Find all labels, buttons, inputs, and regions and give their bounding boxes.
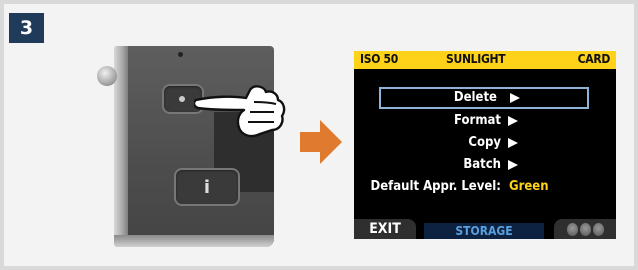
- right-arrow-icon: [300, 120, 342, 164]
- exit-button[interactable]: EXIT: [354, 219, 416, 239]
- storage-label: CARD: [577, 52, 611, 66]
- menu-item-label: Copy: [468, 135, 501, 150]
- menu-item-label: Format: [454, 113, 501, 128]
- dials-icon: [554, 219, 616, 239]
- menu-item-batch[interactable]: Batch: [354, 154, 616, 176]
- setting-label: Default Appr. Level:: [370, 179, 501, 194]
- menu-item-delete[interactable]: Delete: [379, 87, 589, 109]
- storage-tab[interactable]: STORAGE: [424, 223, 544, 239]
- instruction-panel: 3 i ISO 50 SUNLIGHT CARD Delete Format C…: [0, 0, 638, 270]
- camera-lcd-menu: ISO 50 SUNLIGHT CARD Delete Format Copy …: [354, 51, 616, 239]
- triangle-right-icon: [508, 116, 518, 126]
- hand-pointer-icon: [194, 85, 286, 138]
- camera-info-button: i: [174, 168, 240, 206]
- menu-item-label: Batch: [463, 157, 501, 172]
- lcd-soft-key-bar: EXIT STORAGE: [354, 219, 616, 239]
- menu-item-label: Delete: [453, 90, 497, 105]
- menu-item-copy[interactable]: Copy: [354, 132, 616, 154]
- setting-value: Green: [509, 179, 549, 194]
- camera-indicator-dot: [178, 52, 183, 57]
- iso-label: ISO 50: [360, 52, 398, 66]
- triangle-right-icon: [510, 93, 520, 103]
- camera-bottom-edge: [114, 235, 274, 247]
- camera-knob: [97, 66, 117, 86]
- menu-item-format[interactable]: Format: [354, 110, 616, 132]
- triangle-right-icon: [508, 138, 518, 148]
- triangle-right-icon: [508, 160, 518, 170]
- menu-item-default-approval[interactable]: Default Appr. Level: Green: [354, 176, 616, 198]
- white-balance-label: SUNLIGHT: [446, 52, 506, 66]
- lcd-status-bar: ISO 50 SUNLIGHT CARD: [354, 51, 616, 71]
- camera-photo: [114, 46, 274, 247]
- step-number-badge: 3: [9, 13, 44, 43]
